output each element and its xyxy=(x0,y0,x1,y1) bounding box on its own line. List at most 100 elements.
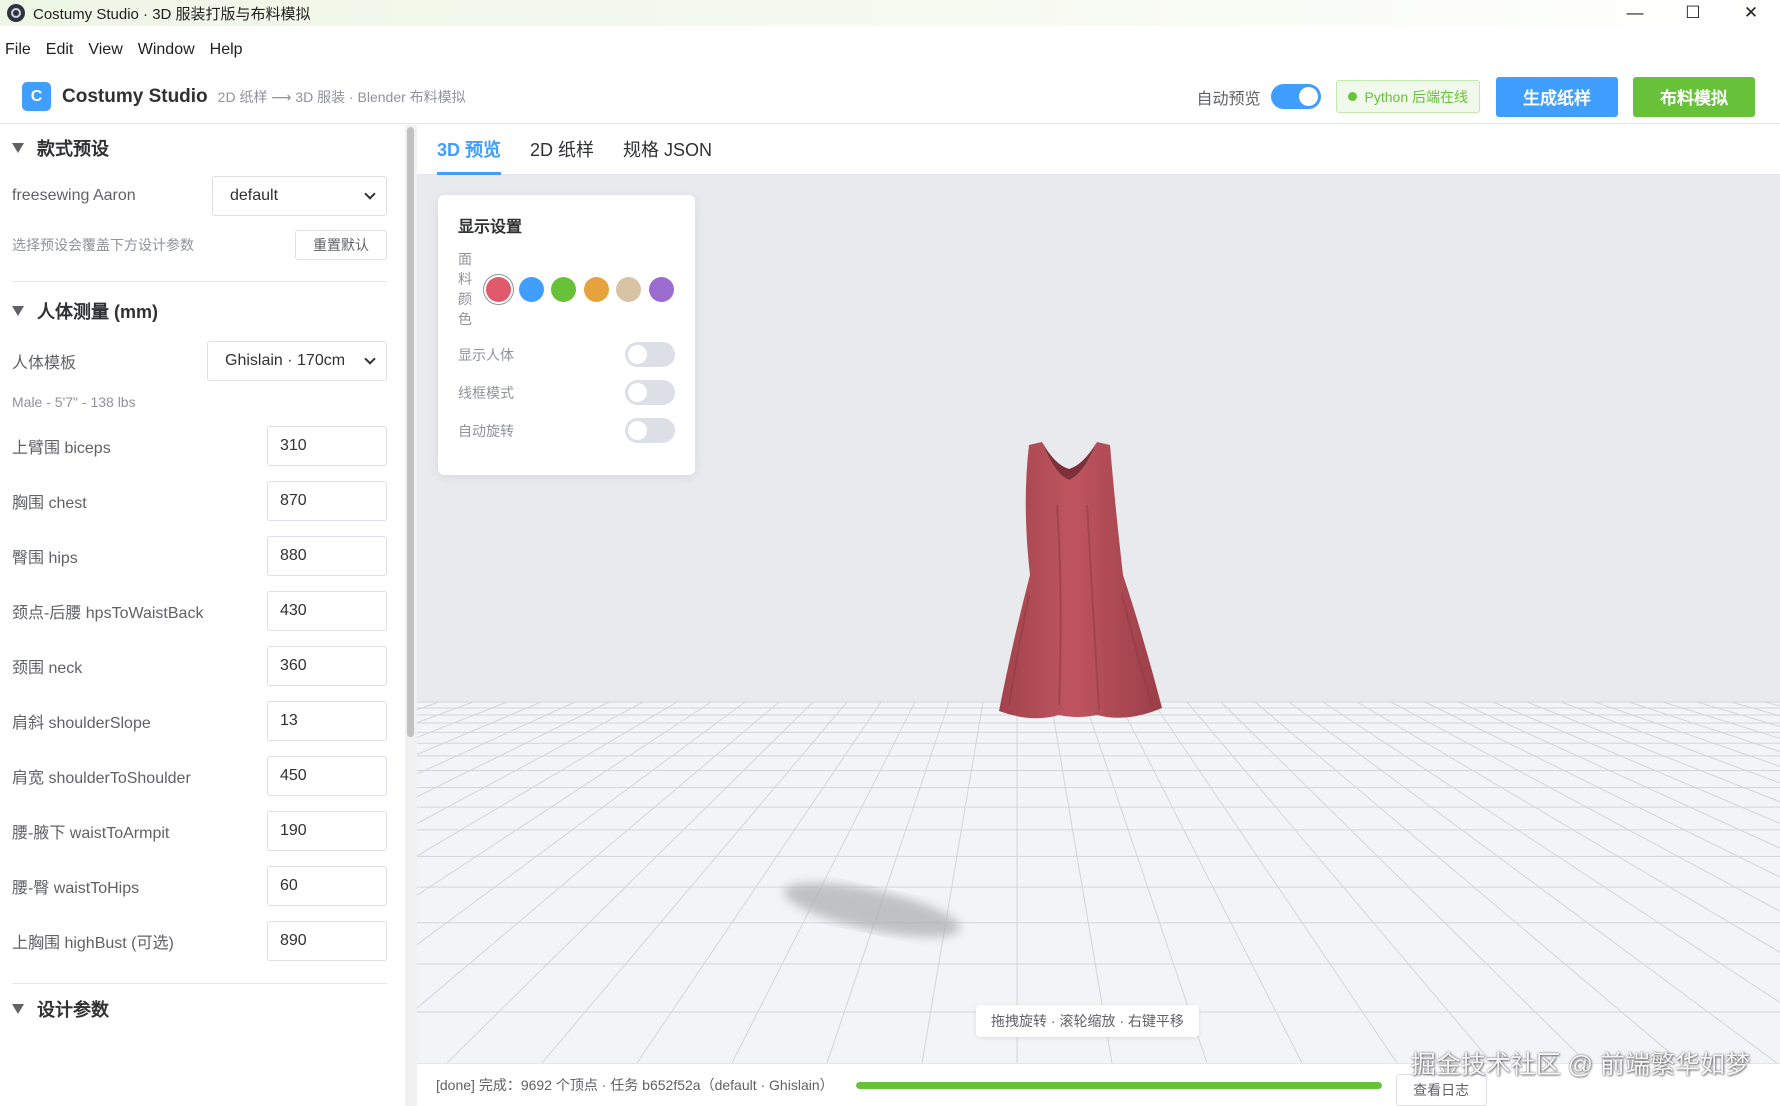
section-preset-header[interactable]: 款式预设 xyxy=(12,128,387,168)
measurement-input[interactable]: 880 xyxy=(267,535,387,576)
display-option-label: 线框模式 xyxy=(458,384,514,401)
body-template-info: Male - 5'7" - 138 lbs xyxy=(12,394,136,410)
menu-edit[interactable]: Edit xyxy=(41,41,79,59)
measurement-input[interactable]: 890 xyxy=(267,920,387,961)
measurement-input[interactable]: 13 xyxy=(267,700,387,741)
minimize-button[interactable]: — xyxy=(1606,0,1664,26)
tab-2d-pattern[interactable]: 2D 纸样 xyxy=(530,136,594,174)
menu-view[interactable]: View xyxy=(83,41,127,59)
measurement-input[interactable]: 450 xyxy=(267,755,387,796)
chevron-down-icon xyxy=(364,187,376,200)
auto-preview-toggle[interactable] xyxy=(1270,84,1321,109)
window-titlebar: Costumy Studio · 3D 服装打版与布料模拟 — ☐ ✕ xyxy=(0,0,1780,26)
measurement-row: 肩斜 shoulderSlope 13 xyxy=(12,693,387,748)
menu-bar: File Edit View Window Help xyxy=(0,37,253,63)
header-actions: 自动预览 Python 后端在线 生成纸样 布料模拟 xyxy=(1196,76,1755,117)
measurement-input[interactable]: 190 xyxy=(267,810,387,851)
measurement-label: 上臂围 biceps xyxy=(12,439,111,457)
measurement-row: 腰-腋下 waistToArmpit 190 xyxy=(12,803,387,858)
body-template-row: 人体模板 Ghislain · 170cm xyxy=(12,341,387,381)
color-swatch[interactable] xyxy=(616,276,641,302)
progress-bar xyxy=(855,1081,1382,1089)
section-body-title: 人体测量 (mm) xyxy=(37,302,158,322)
color-swatch[interactable] xyxy=(486,276,511,302)
menu-help[interactable]: Help xyxy=(205,41,248,59)
color-swatch[interactable] xyxy=(551,276,576,302)
measurement-row: 腰-臀 waistToHips 60 xyxy=(12,858,387,913)
backend-status-text: Python 后端在线 xyxy=(1364,88,1468,105)
color-swatch[interactable] xyxy=(518,276,544,302)
preset-hint: 选择预设会覆盖下方设计参数 xyxy=(12,237,194,253)
fabric-color-label: 面料颜色 xyxy=(458,251,472,327)
body-template-value: Ghislain · 170cm xyxy=(225,352,346,369)
section-design-title: 设计参数 xyxy=(37,1000,109,1020)
measurement-row: 胸围 chest 870 xyxy=(12,473,387,528)
section-body-header[interactable]: 人体测量 (mm) xyxy=(12,291,387,331)
measurement-row: 上臂围 biceps 310 xyxy=(12,418,387,473)
body-template-select[interactable]: Ghislain · 170cm xyxy=(207,341,387,381)
preset-select-value: default xyxy=(230,187,279,204)
collapse-triangle-icon xyxy=(12,143,24,153)
scrollbar-thumb[interactable] xyxy=(407,127,414,737)
color-swatches xyxy=(486,276,681,302)
measurement-row: 上胸围 highBust (可选) 890 xyxy=(12,913,387,968)
measurement-label: 肩斜 shoulderSlope xyxy=(12,714,151,732)
app-header: C Costumy Studio 2D 纸样 ⟶ 3D 服装 · Blender… xyxy=(0,70,1780,124)
display-option-toggle[interactable] xyxy=(625,380,675,405)
display-option-row: 线框模式 xyxy=(458,380,675,405)
status-text: [done] 完成：9692 个顶点 · 任务 b652f52a（default… xyxy=(436,1077,834,1093)
generate-pattern-button[interactable]: 生成纸样 xyxy=(1496,76,1618,117)
tab-spec-json[interactable]: 规格 JSON xyxy=(623,136,712,174)
measurement-row: 肩宽 shoulderToShoulder 450 xyxy=(12,748,387,803)
color-swatch[interactable] xyxy=(648,276,674,302)
measurement-row: 臀围 hips 880 xyxy=(12,528,387,583)
measurement-label: 腰-臀 waistToHips xyxy=(12,879,140,897)
watermark: 掘金技术社区 @ 前端繁华如梦 xyxy=(1410,1051,1750,1079)
measurement-label: 腰-腋下 waistToArmpit xyxy=(12,824,170,842)
display-option-toggle[interactable] xyxy=(625,342,675,367)
garment-shadow xyxy=(783,882,961,938)
tab-bar: 3D 预览 2D 纸样 规格 JSON xyxy=(417,125,1780,175)
measurement-input[interactable]: 360 xyxy=(267,645,387,686)
measurement-input[interactable]: 60 xyxy=(267,865,387,906)
display-option-toggle[interactable] xyxy=(625,418,675,443)
collapse-triangle-icon xyxy=(12,1004,24,1014)
backend-status-badge: Python 后端在线 xyxy=(1335,80,1480,113)
maximize-button[interactable]: ☐ xyxy=(1664,0,1722,26)
3d-viewport[interactable]: 显示设置 面料颜色 显示人体 线框模式 自动旋转 拖拽旋转 · 滚轮缩放 · 右键平… xyxy=(417,175,1780,1063)
measurement-input[interactable]: 430 xyxy=(267,590,387,631)
window-controls: — ☐ ✕ xyxy=(1606,0,1780,26)
auto-preview-label: 自动预览 xyxy=(1196,90,1261,108)
progress-fill xyxy=(855,1081,1382,1089)
tab-3d-preview[interactable]: 3D 预览 xyxy=(437,136,502,175)
measurement-label: 上胸围 highBust (可选) xyxy=(12,934,174,952)
fabric-color-row: 面料颜色 xyxy=(458,249,675,329)
preset-select[interactable]: default xyxy=(212,176,387,216)
sidebar-scrollbar[interactable] xyxy=(405,125,417,1106)
measurement-label: 肩宽 shoulderToShoulder xyxy=(12,769,191,787)
brand-name: Costumy Studio xyxy=(62,85,208,107)
chevron-down-icon xyxy=(364,352,376,365)
sidebar: 款式预设 freesewing Aaron default 选择预设会覆盖下方设… xyxy=(0,125,407,1106)
display-settings-panel: 显示设置 面料颜色 显示人体 线框模式 自动旋转 xyxy=(438,195,695,475)
color-swatch[interactable] xyxy=(583,276,609,302)
measurement-label: 臀围 hips xyxy=(12,549,78,567)
measurements-list: 上臂围 biceps 310 胸围 chest 870 臀围 hips 880 颈点-后腰 … xyxy=(12,418,387,968)
measurement-label: 胸围 chest xyxy=(12,494,87,512)
display-option-row: 显示人体 xyxy=(458,342,675,367)
reset-default-button[interactable]: 重置默认 xyxy=(295,230,387,260)
measurement-label: 颈点-后腰 hpsToWaistBack xyxy=(12,604,204,622)
main-area: 3D 预览 2D 纸样 规格 JSON 显示设置 面料颜色 显示人体 线框模式 … xyxy=(417,125,1780,1106)
menu-file[interactable]: File xyxy=(0,41,36,59)
measurement-input[interactable]: 310 xyxy=(267,425,387,466)
measurement-input[interactable]: 870 xyxy=(267,480,387,521)
garment-model xyxy=(999,442,1162,719)
measurement-label: 颈围 neck xyxy=(12,659,83,677)
close-button[interactable]: ✕ xyxy=(1722,0,1780,26)
body-template-label: 人体模板 xyxy=(12,355,77,372)
menu-window[interactable]: Window xyxy=(133,41,200,59)
display-option-row: 自动旋转 xyxy=(458,418,675,443)
section-divider xyxy=(12,983,387,984)
cloth-simulate-button[interactable]: 布料模拟 xyxy=(1633,76,1755,117)
section-design-header[interactable]: 设计参数 xyxy=(12,989,387,1029)
